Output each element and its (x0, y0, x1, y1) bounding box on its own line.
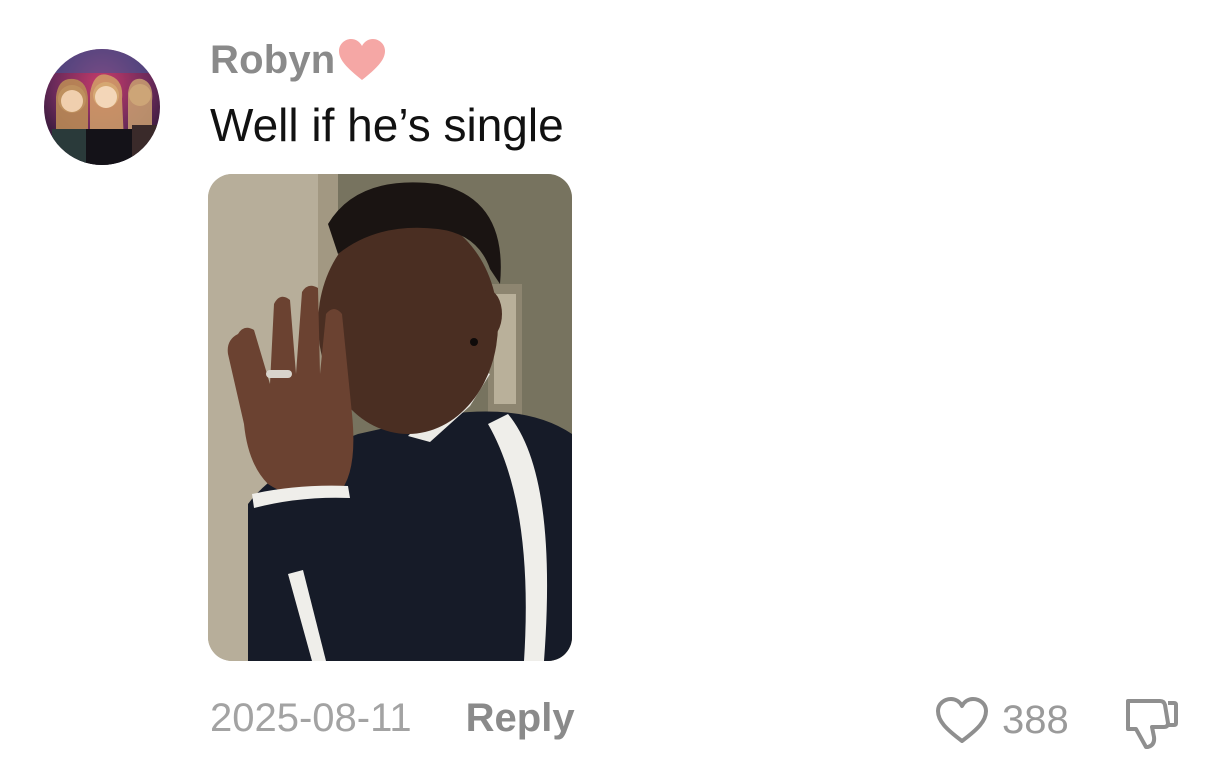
heart-icon (337, 38, 387, 82)
comment-image[interactable] (208, 174, 572, 661)
username[interactable]: Robyn (210, 38, 335, 83)
like-count: 388 (1002, 697, 1069, 742)
comment-footer: 2025-08-11 Reply (210, 690, 575, 746)
like-button[interactable]: 388 (934, 690, 1069, 750)
reply-button[interactable]: Reply (466, 696, 575, 741)
avatar[interactable] (44, 49, 160, 165)
thumbs-down-icon[interactable] (1120, 693, 1180, 751)
comment-date: 2025-08-11 (210, 695, 412, 740)
comment-text: Well if he’s single (210, 99, 564, 151)
comment-header: Robyn (210, 36, 387, 84)
heart-outline-icon (936, 697, 988, 743)
